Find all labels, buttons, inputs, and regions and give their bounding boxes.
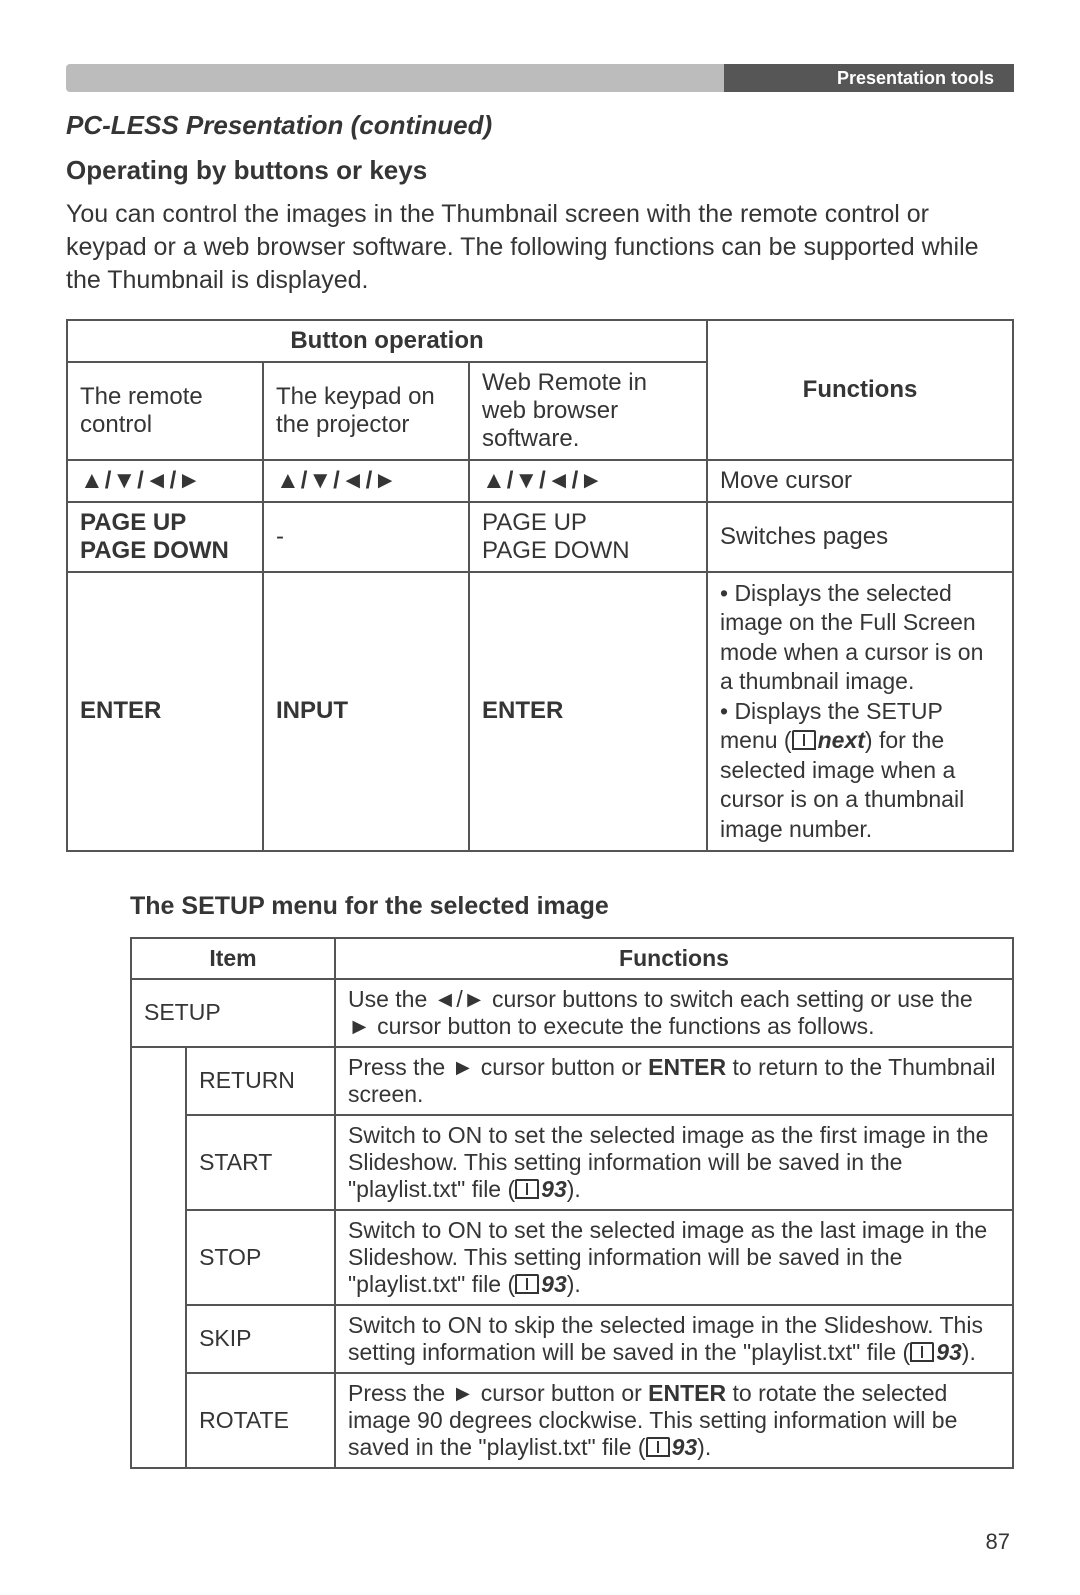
rotate-func-a: Press the ► cursor button or: [348, 1380, 648, 1406]
col-keypad: The keypad on the projector: [263, 362, 469, 460]
skip-ref: 93: [936, 1339, 962, 1365]
row3-keypad: INPUT: [263, 572, 469, 851]
return-func-b: ENTER: [648, 1054, 726, 1080]
operating-heading: Operating by buttons or keys: [66, 155, 1014, 186]
intro-paragraph: You can control the images in the Thumbn…: [66, 198, 1014, 297]
start-func-a: Switch to ON to set the selected image a…: [348, 1122, 988, 1202]
col-web: Web Remote in web browser software.: [469, 362, 707, 460]
header-bar: Presentation tools: [66, 64, 1014, 92]
stop-func-a: Switch to ON to set the selected image a…: [348, 1217, 987, 1297]
row2-remote-l2: PAGE DOWN: [80, 537, 229, 564]
setup-label: SETUP: [131, 979, 335, 1047]
th-item: Item: [131, 938, 335, 979]
th-button-operation: Button operation: [67, 320, 707, 362]
return-label: RETURN: [186, 1047, 335, 1115]
book-icon: [515, 1274, 539, 1294]
indent-cell: [131, 1047, 186, 1468]
rotate-ref: 93: [672, 1434, 698, 1460]
setup-heading: The SETUP menu for the selected image: [130, 892, 1014, 921]
section-title: PC-LESS Presentation (continued): [66, 110, 1014, 141]
th-setup-functions: Functions: [335, 938, 1013, 979]
row2-remote-l1: PAGE UP: [80, 509, 186, 536]
skip-func-a: Switch to ON to skip the selected image …: [348, 1312, 983, 1365]
row2-web-l1: PAGE UP: [482, 509, 587, 536]
row1-web: ▲/▼/◄/►: [469, 460, 707, 502]
return-func-a: Press the ► cursor button or: [348, 1054, 648, 1080]
row1-keypad: ▲/▼/◄/►: [263, 460, 469, 502]
stop-func-b: ).: [567, 1271, 581, 1297]
stop-label: STOP: [186, 1210, 335, 1305]
th-functions: Functions: [707, 320, 1013, 460]
start-func: Switch to ON to set the selected image a…: [335, 1115, 1013, 1210]
book-icon: [792, 730, 816, 750]
skip-func: Switch to ON to skip the selected image …: [335, 1305, 1013, 1373]
stop-func: Switch to ON to set the selected image a…: [335, 1210, 1013, 1305]
button-operation-table: Button operation Functions The remote co…: [66, 319, 1014, 852]
row3-func-l1: • Displays the selected image on the Ful…: [720, 580, 983, 694]
page-number: 87: [66, 1529, 1014, 1555]
page-container: Presentation tools PC-LESS Presentation …: [0, 0, 1080, 1595]
stop-ref: 93: [541, 1271, 567, 1297]
row3-web: ENTER: [469, 572, 707, 851]
row2-keypad: -: [263, 502, 469, 572]
setup-func: Use the ◄/► cursor buttons to switch eac…: [335, 979, 1013, 1047]
return-func: Press the ► cursor button or ENTER to re…: [335, 1047, 1013, 1115]
book-icon: [515, 1179, 539, 1199]
book-icon: [646, 1437, 670, 1457]
row3-func: • Displays the selected image on the Ful…: [707, 572, 1013, 851]
row3-remote: ENTER: [67, 572, 263, 851]
book-icon: [910, 1342, 934, 1362]
start-func-b: ).: [567, 1176, 581, 1202]
row1-func: Move cursor: [707, 460, 1013, 502]
start-ref: 93: [541, 1176, 567, 1202]
rotate-label: ROTATE: [186, 1373, 335, 1468]
rotate-func: Press the ► cursor button or ENTER to ro…: [335, 1373, 1013, 1468]
setup-menu-table: Item Functions SETUP Use the ◄/► cursor …: [130, 937, 1014, 1469]
row2-web: PAGE UP PAGE DOWN: [469, 502, 707, 572]
skip-label: SKIP: [186, 1305, 335, 1373]
skip-func-b: ).: [962, 1339, 976, 1365]
row2-remote: PAGE UP PAGE DOWN: [67, 502, 263, 572]
rotate-func-d: ).: [697, 1434, 711, 1460]
col-remote: The remote control: [67, 362, 263, 460]
row2-web-l2: PAGE DOWN: [482, 537, 630, 564]
row2-func: Switches pages: [707, 502, 1013, 572]
start-label: START: [186, 1115, 335, 1210]
header-category: Presentation tools: [724, 64, 1014, 92]
row3-func-ref: next: [818, 727, 865, 753]
rotate-func-b: ENTER: [648, 1380, 726, 1406]
row1-remote: ▲/▼/◄/►: [67, 460, 263, 502]
